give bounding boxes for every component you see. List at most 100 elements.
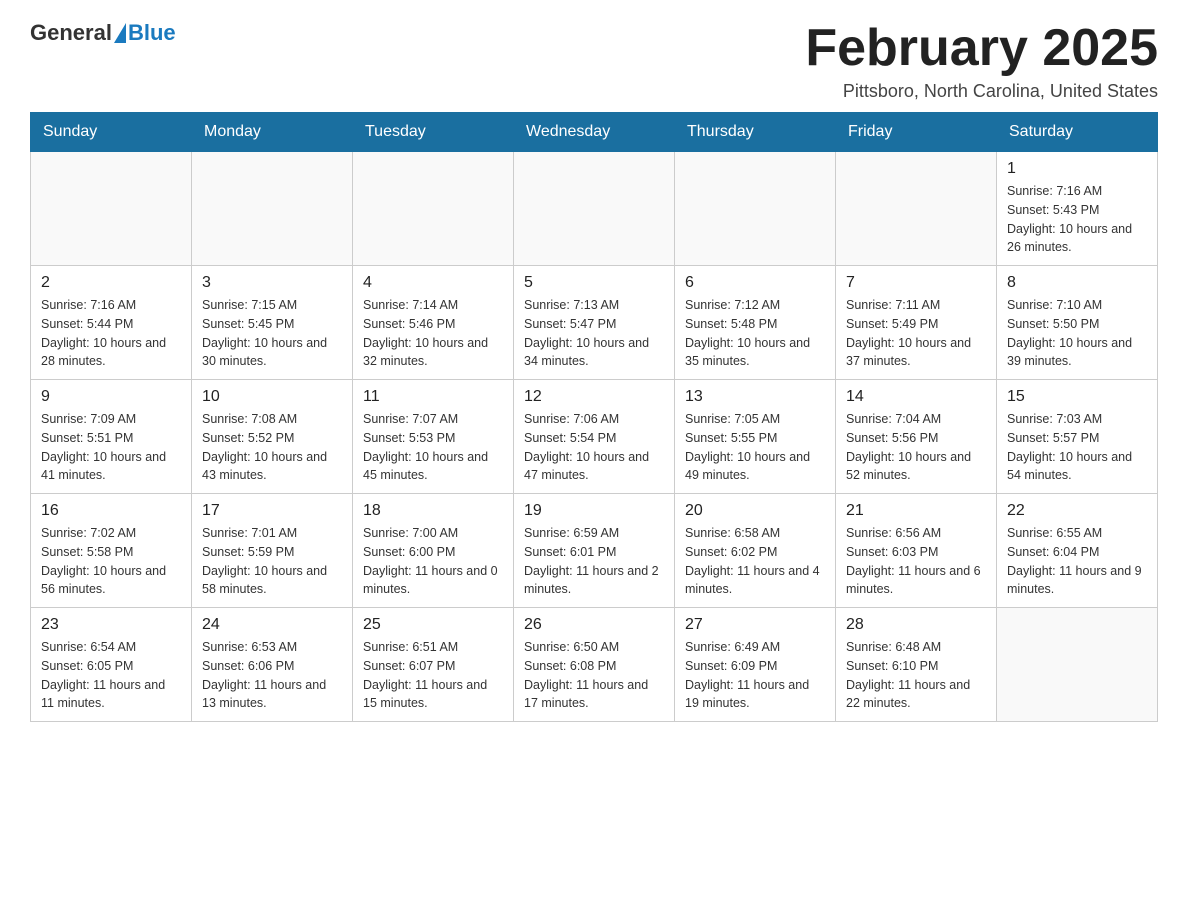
day-info: Sunrise: 7:11 AMSunset: 5:49 PMDaylight:… xyxy=(846,296,986,371)
calendar-cell: 10Sunrise: 7:08 AMSunset: 5:52 PMDayligh… xyxy=(192,380,353,494)
day-info: Sunrise: 6:55 AMSunset: 6:04 PMDaylight:… xyxy=(1007,524,1147,599)
calendar-cell: 11 Sunrise: 7:07 AMSunset: 5:53 PMDayligh… xyxy=(353,380,514,494)
day-info: Sunrise: 7:15 AMSunset: 5:45 PMDaylight:… xyxy=(202,296,342,371)
calendar-cell: 13 Sunrise: 7:05 AMSunset: 5:55 PMDayligh… xyxy=(675,380,836,494)
calendar-cell: 21 Sunrise: 6:56 AMSunset: 6:03 PMDayligh… xyxy=(836,494,997,608)
month-title: February 2025 xyxy=(805,20,1158,77)
logo-blue: Blue xyxy=(128,20,176,46)
title-block: February 2025 Pittsboro, North Carolina,… xyxy=(805,20,1158,102)
logo-general: General xyxy=(30,20,112,46)
calendar-cell xyxy=(192,152,353,266)
calendar-cell: 24Sunrise: 6:53 AMSunset: 6:06 PMDayligh… xyxy=(192,608,353,722)
day-number: 18 xyxy=(363,502,503,520)
calendar-cell xyxy=(514,152,675,266)
day-info: Sunrise: 7:00 AMSunset: 6:00 PMDaylight:… xyxy=(363,524,503,599)
day-number: 26 xyxy=(524,616,664,634)
day-number: 1 xyxy=(1007,160,1147,178)
calendar-cell: 15 Sunrise: 7:03 AMSunset: 5:57 PMDayligh… xyxy=(997,380,1158,494)
col-header-saturday: Saturday xyxy=(997,113,1158,152)
col-header-sunday: Sunday xyxy=(31,113,192,152)
calendar-cell: 26 Sunrise: 6:50 AMSunset: 6:08 PMDayligh… xyxy=(514,608,675,722)
day-number: 25 xyxy=(363,616,503,634)
col-header-friday: Friday xyxy=(836,113,997,152)
day-info: Sunrise: 7:05 AMSunset: 5:55 PMDaylight:… xyxy=(685,410,825,485)
calendar-cell: 6 Sunrise: 7:12 AMSunset: 5:48 PMDaylight… xyxy=(675,266,836,380)
day-number: 8 xyxy=(1007,274,1147,292)
day-number: 28 xyxy=(846,616,986,634)
day-number: 21 xyxy=(846,502,986,520)
day-info: Sunrise: 6:51 AMSunset: 6:07 PMDaylight:… xyxy=(363,638,503,713)
calendar-week-row: 2Sunrise: 7:16 AMSunset: 5:44 PMDaylight… xyxy=(31,266,1158,380)
day-info: Sunrise: 7:10 AMSunset: 5:50 PMDaylight:… xyxy=(1007,296,1147,371)
calendar-cell: 9Sunrise: 7:09 AMSunset: 5:51 PMDaylight… xyxy=(31,380,192,494)
location: Pittsboro, North Carolina, United States xyxy=(805,81,1158,102)
calendar-table: SundayMondayTuesdayWednesdayThursdayFrid… xyxy=(30,112,1158,722)
calendar-cell xyxy=(997,608,1158,722)
calendar-cell: 18 Sunrise: 7:00 AMSunset: 6:00 PMDayligh… xyxy=(353,494,514,608)
calendar-cell: 19Sunrise: 6:59 AMSunset: 6:01 PMDayligh… xyxy=(514,494,675,608)
day-number: 6 xyxy=(685,274,825,292)
day-number: 24 xyxy=(202,616,342,634)
col-header-monday: Monday xyxy=(192,113,353,152)
day-number: 3 xyxy=(202,274,342,292)
calendar-cell: 22 Sunrise: 6:55 AMSunset: 6:04 PMDayligh… xyxy=(997,494,1158,608)
day-info: Sunrise: 7:09 AMSunset: 5:51 PMDaylight:… xyxy=(41,410,181,485)
calendar-header-row: SundayMondayTuesdayWednesdayThursdayFrid… xyxy=(31,113,1158,152)
day-info: Sunrise: 7:06 AMSunset: 5:54 PMDaylight:… xyxy=(524,410,664,485)
day-info: Sunrise: 6:49 AMSunset: 6:09 PMDaylight:… xyxy=(685,638,825,713)
day-info: Sunrise: 6:50 AMSunset: 6:08 PMDaylight:… xyxy=(524,638,664,713)
day-number: 5 xyxy=(524,274,664,292)
calendar-cell: 1 Sunrise: 7:16 AMSunset: 5:43 PMDaylight… xyxy=(997,152,1158,266)
day-info: Sunrise: 6:59 AMSunset: 6:01 PMDaylight:… xyxy=(524,524,664,599)
day-number: 16 xyxy=(41,502,181,520)
day-number: 23 xyxy=(41,616,181,634)
calendar-cell: 12 Sunrise: 7:06 AMSunset: 5:54 PMDayligh… xyxy=(514,380,675,494)
calendar-cell: 14 Sunrise: 7:04 AMSunset: 5:56 PMDayligh… xyxy=(836,380,997,494)
calendar-cell: 2Sunrise: 7:16 AMSunset: 5:44 PMDaylight… xyxy=(31,266,192,380)
col-header-wednesday: Wednesday xyxy=(514,113,675,152)
day-number: 22 xyxy=(1007,502,1147,520)
day-info: Sunrise: 7:04 AMSunset: 5:56 PMDaylight:… xyxy=(846,410,986,485)
calendar-week-row: 23 Sunrise: 6:54 AMSunset: 6:05 PMDayligh… xyxy=(31,608,1158,722)
calendar-cell: 17Sunrise: 7:01 AMSunset: 5:59 PMDayligh… xyxy=(192,494,353,608)
calendar-cell: 7 Sunrise: 7:11 AMSunset: 5:49 PMDaylight… xyxy=(836,266,997,380)
day-number: 4 xyxy=(363,274,503,292)
col-header-thursday: Thursday xyxy=(675,113,836,152)
day-info: Sunrise: 6:56 AMSunset: 6:03 PMDaylight:… xyxy=(846,524,986,599)
calendar-week-row: 9Sunrise: 7:09 AMSunset: 5:51 PMDaylight… xyxy=(31,380,1158,494)
calendar-cell: 25 Sunrise: 6:51 AMSunset: 6:07 PMDayligh… xyxy=(353,608,514,722)
calendar-week-row: 1 Sunrise: 7:16 AMSunset: 5:43 PMDaylight… xyxy=(31,152,1158,266)
calendar-cell: 16 Sunrise: 7:02 AMSunset: 5:58 PMDayligh… xyxy=(31,494,192,608)
calendar-cell xyxy=(353,152,514,266)
day-number: 20 xyxy=(685,502,825,520)
day-info: Sunrise: 7:13 AMSunset: 5:47 PMDaylight:… xyxy=(524,296,664,371)
day-info: Sunrise: 6:54 AMSunset: 6:05 PMDaylight:… xyxy=(41,638,181,713)
day-info: Sunrise: 7:12 AMSunset: 5:48 PMDaylight:… xyxy=(685,296,825,371)
day-info: Sunrise: 7:08 AMSunset: 5:52 PMDaylight:… xyxy=(202,410,342,485)
calendar-cell: 27Sunrise: 6:49 AMSunset: 6:09 PMDayligh… xyxy=(675,608,836,722)
calendar-week-row: 16 Sunrise: 7:02 AMSunset: 5:58 PMDayligh… xyxy=(31,494,1158,608)
logo-triangle-icon xyxy=(114,23,126,43)
day-info: Sunrise: 6:48 AMSunset: 6:10 PMDaylight:… xyxy=(846,638,986,713)
day-number: 11 xyxy=(363,388,503,406)
day-info: Sunrise: 7:16 AMSunset: 5:44 PMDaylight:… xyxy=(41,296,181,371)
day-info: Sunrise: 7:07 AMSunset: 5:53 PMDaylight:… xyxy=(363,410,503,485)
logo: General Blue xyxy=(30,20,176,46)
day-info: Sunrise: 7:03 AMSunset: 5:57 PMDaylight:… xyxy=(1007,410,1147,485)
day-info: Sunrise: 6:58 AMSunset: 6:02 PMDaylight:… xyxy=(685,524,825,599)
page-header: General Blue February 2025 Pittsboro, No… xyxy=(30,20,1158,102)
calendar-cell: 23 Sunrise: 6:54 AMSunset: 6:05 PMDayligh… xyxy=(31,608,192,722)
day-number: 15 xyxy=(1007,388,1147,406)
calendar-cell xyxy=(675,152,836,266)
day-number: 17 xyxy=(202,502,342,520)
day-number: 12 xyxy=(524,388,664,406)
day-info: Sunrise: 7:16 AMSunset: 5:43 PMDaylight:… xyxy=(1007,182,1147,257)
day-number: 14 xyxy=(846,388,986,406)
day-info: Sunrise: 7:02 AMSunset: 5:58 PMDaylight:… xyxy=(41,524,181,599)
logo-text: General Blue xyxy=(30,20,176,46)
col-header-tuesday: Tuesday xyxy=(353,113,514,152)
calendar-cell xyxy=(836,152,997,266)
day-number: 7 xyxy=(846,274,986,292)
day-number: 13 xyxy=(685,388,825,406)
calendar-cell xyxy=(31,152,192,266)
